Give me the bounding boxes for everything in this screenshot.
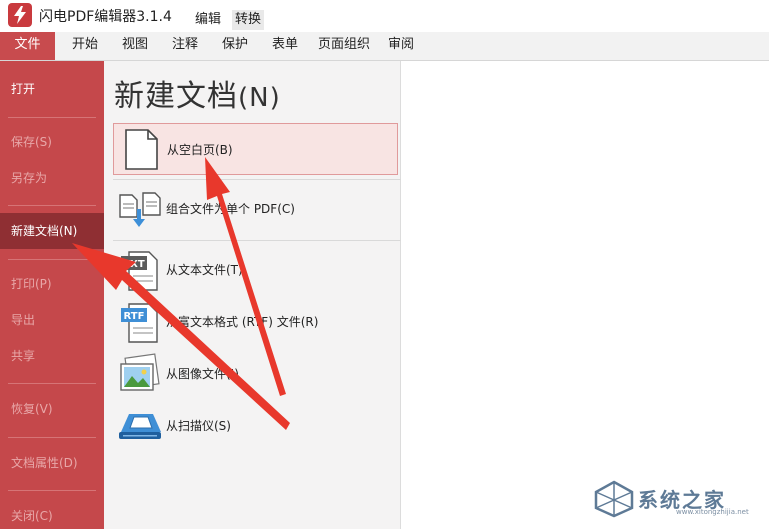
menu-page-organize[interactable]: 页面组织 [318, 32, 370, 60]
menu-protect[interactable]: 保护 [222, 32, 248, 60]
sidebar-item-close[interactable]: 关闭(C) [0, 498, 104, 529]
rtf-file-icon: RTF [121, 303, 158, 343]
preview-area [401, 61, 769, 529]
sidebar-item-document-properties[interactable]: 文档属性(D) [0, 445, 104, 481]
app-title: 闪电PDF编辑器3.1.4 [39, 9, 172, 25]
option-label: 从富文本格式 (RTF) 文件(R) [166, 315, 319, 329]
sidebar-item-save-as[interactable]: 另存为 [0, 160, 104, 196]
menu-form[interactable]: 表单 [272, 32, 298, 60]
menu-view[interactable]: 视图 [122, 32, 148, 60]
scanner-icon [119, 414, 161, 439]
menu-start[interactable]: 开始 [72, 32, 98, 60]
option-label: 从扫描仪(S) [166, 419, 231, 433]
sidebar-item-open[interactable]: 打开 [0, 71, 104, 107]
txt-file-icon: TXT [121, 251, 158, 291]
menu-file[interactable]: 文件 [0, 32, 55, 60]
panel-title-text: 新建文档 [114, 79, 238, 114]
option-combine-files[interactable]: 组合文件为单个 PDF(C) [113, 183, 398, 235]
tab-edit[interactable]: 编辑 [192, 10, 225, 30]
option-from-blank-page[interactable]: 从空白页(B) [113, 123, 398, 175]
option-label: 从空白页(B) [167, 143, 233, 157]
panel-divider [113, 179, 401, 180]
new-document-panel: 新建文档(N) 从空白页(B) 组合文件为单个 PDF(C) TXT 从文本文件… [104, 61, 401, 529]
option-label: 从文本文件(T) [166, 263, 243, 277]
sidebar-divider [8, 259, 96, 260]
blank-page-icon [125, 129, 158, 170]
tab-convert[interactable]: 转换 [232, 10, 265, 30]
rtf-icon-text: RTF [124, 311, 145, 322]
file-sidebar: 打开 保存(S) 另存为 新建文档(N) 打印(P) 导出 共享 恢复(V) 文… [0, 61, 104, 529]
option-label: 从图像文件(I) [166, 367, 239, 381]
menu-bar: 文件 开始 视图 注释 保护 表单 页面组织 审阅 [0, 32, 769, 61]
sidebar-divider [8, 205, 96, 206]
sidebar-item-share[interactable]: 共享 [0, 338, 104, 374]
option-from-rtf-file[interactable]: RTF 从富文本格式 (RTF) 文件(R) [113, 296, 398, 348]
sidebar-item-new-document[interactable]: 新建文档(N) [0, 213, 104, 249]
sidebar-divider [8, 437, 96, 438]
sidebar-item-save[interactable]: 保存(S) [0, 124, 104, 160]
sidebar-item-print[interactable]: 打印(P) [0, 266, 104, 302]
watermark-logo-icon [594, 480, 634, 518]
title-bar: 闪电PDF编辑器3.1.4 编辑 转换 [0, 0, 769, 32]
option-label: 组合文件为单个 PDF(C) [166, 202, 295, 216]
sidebar-item-export[interactable]: 导出 [0, 302, 104, 338]
sidebar-divider [8, 117, 96, 118]
menu-review[interactable]: 审阅 [388, 32, 414, 60]
option-from-scanner[interactable]: 从扫描仪(S) [113, 400, 398, 452]
menu-annotate[interactable]: 注释 [172, 32, 198, 60]
txt-icon-text: TXT [123, 259, 145, 270]
image-file-icon [120, 353, 160, 391]
sidebar-divider [8, 383, 96, 384]
option-from-text-file[interactable]: TXT 从文本文件(T) [113, 244, 398, 296]
option-from-image-file[interactable]: 从图像文件(I) [113, 348, 398, 400]
panel-title-hotkey: (N) [238, 83, 281, 113]
panel-title: 新建文档(N) [114, 71, 281, 115]
sidebar-item-restore[interactable]: 恢复(V) [0, 391, 104, 427]
combine-files-icon [119, 192, 161, 227]
app-logo-icon [8, 3, 32, 27]
sidebar-divider [8, 490, 96, 491]
watermark: 系统之家 www.xitongzhijia.net [592, 478, 762, 518]
panel-divider [113, 240, 401, 241]
watermark-url: www.xitongzhijia.net [676, 508, 749, 516]
